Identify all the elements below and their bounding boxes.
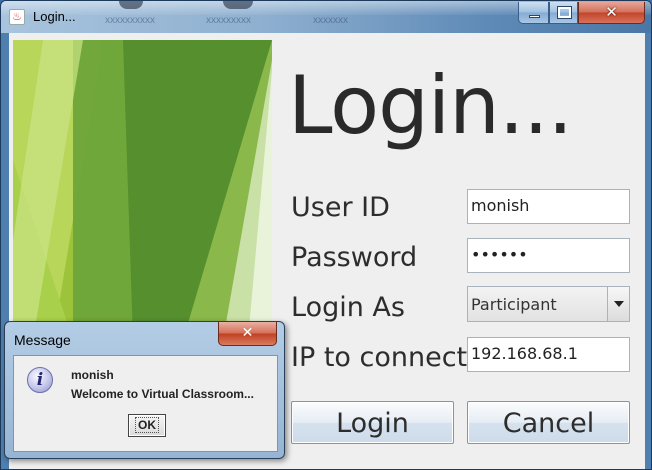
login-as-selected-value: Participant bbox=[471, 295, 557, 314]
password-label: Password bbox=[291, 242, 418, 273]
login-button[interactable]: Login bbox=[291, 401, 454, 444]
ip-input[interactable]: 192.168.68.1 bbox=[467, 337, 630, 372]
ip-label: IP to connect bbox=[291, 342, 468, 373]
user-id-label: User ID bbox=[291, 192, 390, 223]
ok-button[interactable]: OK bbox=[128, 414, 166, 437]
background-taskbar-label: xxxxxxx bbox=[313, 15, 348, 26]
title-bar[interactable]: ♨ Login... xxxxxxxxxx xxxxxxxxx xxxxxxx … bbox=[1, 1, 651, 33]
maximize-icon bbox=[557, 6, 572, 19]
dialog-title: Message bbox=[14, 332, 71, 348]
dialog-username: monish bbox=[71, 368, 114, 382]
dialog-message: Welcome to Virtual Classroom... bbox=[71, 387, 254, 401]
password-input[interactable]: •••••• bbox=[467, 238, 630, 273]
minimize-icon bbox=[529, 15, 540, 18]
ok-button-label: OK bbox=[135, 417, 159, 433]
background-taskbar-label: xxxxxxxxxx bbox=[105, 15, 155, 26]
green-shapes-illustration bbox=[13, 40, 272, 340]
dialog-close-button[interactable]: ✕ bbox=[218, 322, 277, 346]
login-as-label: Login As bbox=[291, 292, 405, 323]
minimize-button[interactable] bbox=[518, 2, 549, 24]
user-id-input[interactable]: monish bbox=[467, 189, 630, 224]
info-icon: i bbox=[27, 367, 53, 393]
window-title: Login... bbox=[33, 9, 76, 24]
background-window-shadow bbox=[119, 1, 143, 9]
close-button[interactable]: ✕ bbox=[578, 2, 645, 24]
dialog-body: i monish Welcome to Virtual Classroom...… bbox=[13, 355, 278, 452]
login-as-dropdown[interactable]: Participant bbox=[467, 286, 630, 322]
chevron-down-icon[interactable] bbox=[607, 287, 629, 321]
login-heading: Login... bbox=[288, 59, 573, 152]
background-window-shadow bbox=[223, 1, 253, 9]
close-icon: ✕ bbox=[241, 325, 254, 341]
background-taskbar-label: xxxxxxxxx bbox=[206, 15, 251, 26]
java-app-icon: ♨ bbox=[9, 9, 25, 25]
decorative-green-graphic bbox=[13, 40, 272, 340]
maximize-button[interactable] bbox=[549, 2, 578, 24]
message-dialog: Message ✕ i monish Welcome to Virtual Cl… bbox=[4, 321, 285, 459]
close-icon: ✕ bbox=[605, 3, 618, 21]
cancel-button[interactable]: Cancel bbox=[467, 401, 630, 444]
